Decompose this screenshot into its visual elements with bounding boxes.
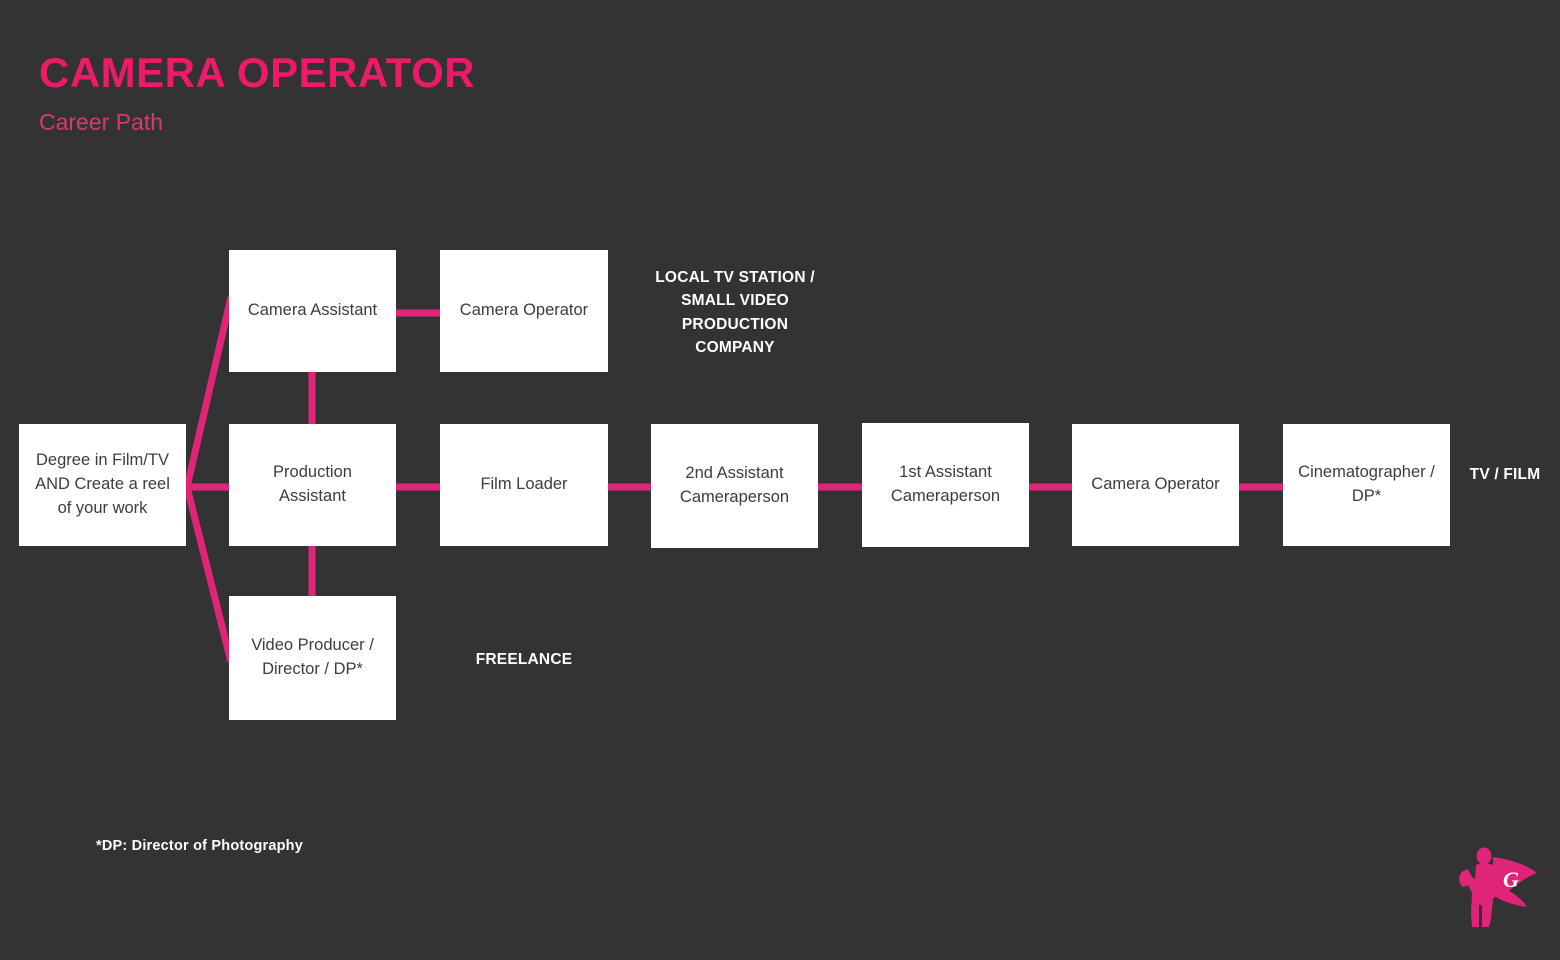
node-entry[interactable]: Degree in Film/TV AND Create a reel of y… bbox=[19, 424, 186, 546]
node-cinematographer-dp[interactable]: Cinematographer / DP* bbox=[1283, 424, 1450, 546]
caption-local-tv-station: LOCAL TV STATION / SMALL VIDEO PRODUCTIO… bbox=[655, 269, 815, 356]
footnote-dp-definition: *DP: Director of Photography bbox=[96, 838, 303, 854]
caption-freelance: FREELANCE bbox=[475, 651, 573, 668]
node-1st-assistant-cameraperson[interactable]: 1st Assistant Cameraperson bbox=[862, 423, 1029, 547]
node-video-producer-director-dp[interactable]: Video Producer / Director / DP* bbox=[229, 596, 396, 720]
node-production-assistant[interactable]: Production Assistant bbox=[229, 424, 396, 546]
logo-letter: G bbox=[1503, 867, 1519, 892]
node-camera-operator-top[interactable]: Camera Operator bbox=[440, 250, 608, 372]
node-camera-operator-main[interactable]: Camera Operator bbox=[1072, 424, 1239, 546]
node-2nd-assistant-cameraperson[interactable]: 2nd Assistant Cameraperson bbox=[651, 424, 818, 548]
body-shape bbox=[1463, 863, 1496, 927]
node-camera-assistant[interactable]: Camera Assistant bbox=[229, 250, 396, 372]
caption-tv-film: TV / FILM bbox=[1469, 466, 1541, 483]
node-film-loader[interactable]: Film Loader bbox=[440, 424, 608, 546]
superhero-logo-icon: G bbox=[1459, 847, 1537, 927]
career-path-infographic: CAMERA OPERATOR Career Path Degree in Fi… bbox=[0, 0, 1560, 960]
head-shape bbox=[1476, 847, 1492, 865]
